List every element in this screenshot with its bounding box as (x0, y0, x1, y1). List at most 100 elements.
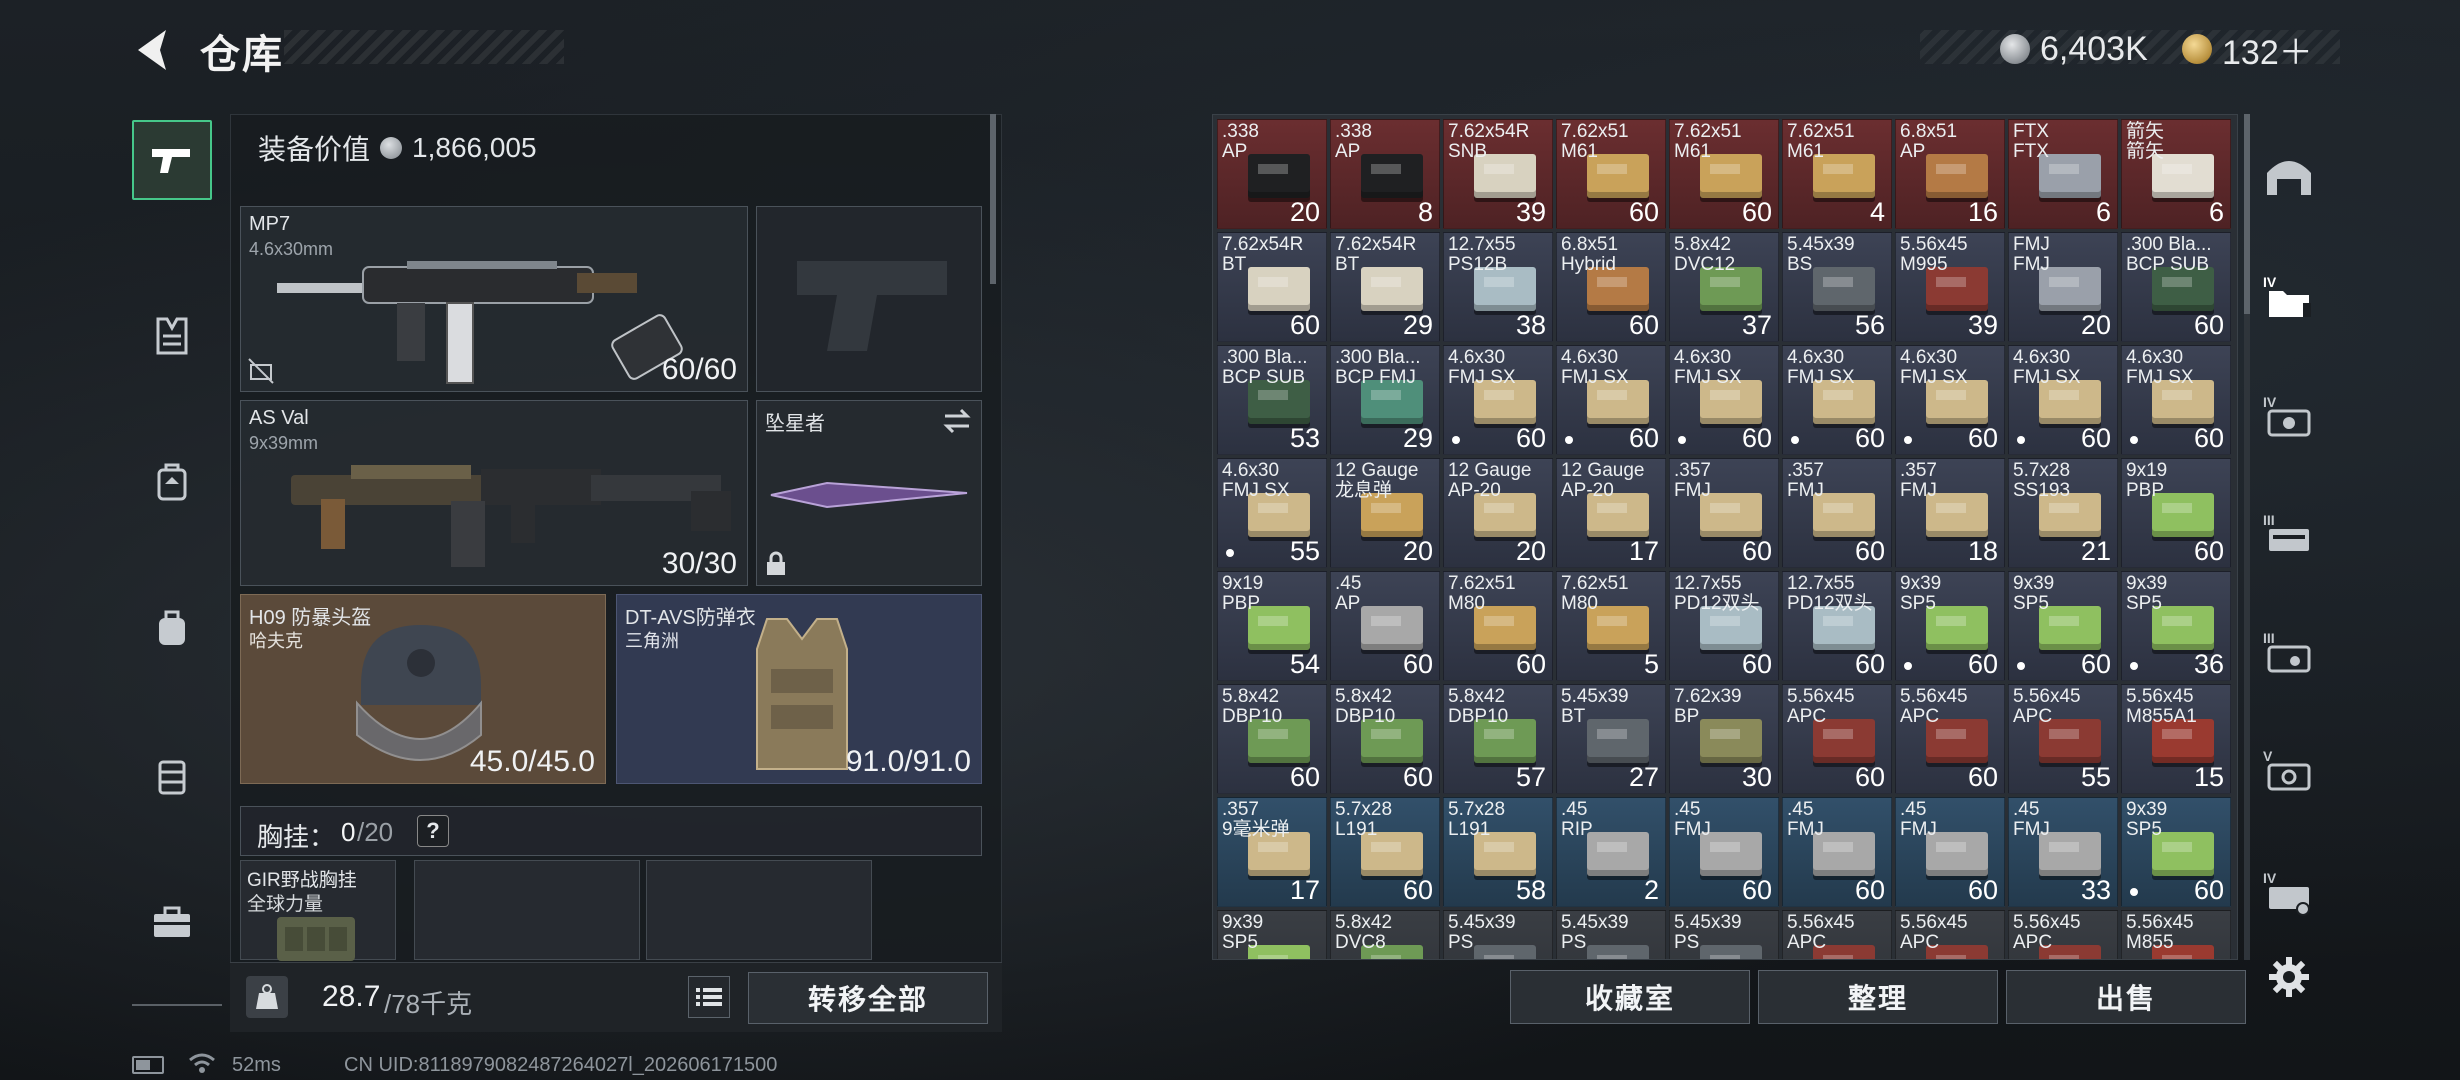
stash-item[interactable]: 5.45x39 PS (1443, 910, 1553, 959)
tab-case-iv-b[interactable]: IV (2254, 858, 2324, 928)
stash-item[interactable]: .357 FMJ 18 (1895, 458, 2005, 568)
stash-item[interactable]: .338 AP 20 (1217, 119, 1327, 229)
stash-item[interactable]: 6.8x51 AP 16 (1895, 119, 2005, 229)
stash-item[interactable]: .357 9毫米弹 17 (1217, 797, 1327, 907)
stash-item[interactable]: 4.6x30 FMJ SX 60 (1782, 345, 1892, 455)
stash-item[interactable]: 12 Gauge 龙息弹 20 (1330, 458, 1440, 568)
stash-item[interactable]: 5.8x42 DVC8 (1330, 910, 1440, 959)
stash-item[interactable]: 4.6x30 FMJ SX 60 (1669, 345, 1779, 455)
melee-slot[interactable]: 坠星者 (756, 400, 982, 586)
stash-item[interactable]: 5.45x39 PS (1556, 910, 1666, 959)
stash-item[interactable]: 7.62x51 M80 60 (1443, 571, 1553, 681)
stash-item[interactable]: 9x39 SP5 36 (2121, 571, 2231, 681)
stash-item[interactable]: .45 FMJ 60 (1782, 797, 1892, 907)
stash-scrollbar[interactable] (2244, 114, 2250, 314)
stash-item[interactable]: 7.62x51 M61 60 (1669, 119, 1779, 229)
stash-item[interactable]: .45 FMJ 60 (1669, 797, 1779, 907)
stash-item[interactable]: 5.8x42 DBP10 57 (1443, 684, 1553, 794)
stash-item[interactable]: 12.7x55 PD12双头 60 (1782, 571, 1892, 681)
stash-item[interactable]: .300 Bla... BCP SUB 53 (1217, 345, 1327, 455)
stash-item[interactable]: .45 RIP 2 (1556, 797, 1666, 907)
stash-item[interactable]: .357 FMJ 60 (1782, 458, 1892, 568)
stash-item[interactable]: 5.56x45 APC (1782, 910, 1892, 959)
collection-button[interactable]: 收藏室 (1510, 970, 1750, 1024)
swap-icon[interactable] (941, 407, 973, 435)
stash-item[interactable]: 4.6x30 FMJ SX 60 (2008, 345, 2118, 455)
helmet-slot[interactable]: H09 防暴头盔 哈夫克 45.0/45.0 (240, 594, 606, 784)
stash-item[interactable]: 5.56x45 APC (1895, 910, 2005, 959)
tab-backpack[interactable] (132, 442, 212, 522)
tab-toolbox[interactable] (132, 882, 212, 962)
armor-slot[interactable]: DT-AVS防弹衣 三角洲 91.0/91.0 (616, 594, 982, 784)
settings-button[interactable] (2262, 950, 2316, 1004)
stash-item[interactable]: 6.8x51 Hybrid 60 (1556, 232, 1666, 342)
stash-item[interactable]: 5.56x45 M995 39 (1895, 232, 2005, 342)
stash-item[interactable]: 4.6x30 FMJ SX 60 (1895, 345, 2005, 455)
stash-item[interactable]: 12.7x55 PS12B 38 (1443, 232, 1553, 342)
stash-item[interactable]: 5.56x45 M855 (2121, 910, 2231, 959)
tab-bag[interactable] (132, 588, 212, 668)
tab-case-iii-a[interactable]: III (2254, 500, 2324, 570)
stash-item[interactable]: 4.6x30 FMJ SX 55 (1217, 458, 1327, 568)
stash-item[interactable]: FTX FTX 6 (2008, 119, 2118, 229)
transfer-all-button[interactable]: 转移全部 (748, 972, 988, 1024)
stash-item[interactable]: 9x39 SP5 (1217, 910, 1327, 959)
stash-item[interactable]: 5.7x28 L191 58 (1443, 797, 1553, 907)
tab-case-v[interactable]: V (2254, 736, 2324, 806)
stash-item[interactable]: 9x39 SP5 60 (2008, 571, 2118, 681)
chest-rig-empty-slot-1[interactable] (414, 860, 640, 960)
tab-chest-rig[interactable] (132, 296, 212, 376)
sort-button[interactable]: 整理 (1758, 970, 1998, 1024)
currency-gold[interactable]: 132＋ (2182, 24, 2313, 74)
tab-weapons[interactable] (132, 120, 212, 200)
tab-stash-main[interactable] (2254, 142, 2324, 212)
tab-case[interactable] (132, 736, 212, 816)
back-button[interactable] (128, 22, 184, 78)
stash-item[interactable]: .300 Bla... BCP FMJ 29 (1330, 345, 1440, 455)
stash-item[interactable]: 5.7x28 SS193 21 (2008, 458, 2118, 568)
stash-item[interactable]: 5.56x45 APC 60 (1782, 684, 1892, 794)
loadout-scrollbar[interactable] (990, 114, 996, 284)
stash-item[interactable]: 9x39 SP5 60 (2121, 797, 2231, 907)
stash-item[interactable]: 7.62x51 M61 60 (1556, 119, 1666, 229)
chest-rig-empty-slot-2[interactable] (646, 860, 872, 960)
stash-item[interactable]: 7.62x54R BT 29 (1330, 232, 1440, 342)
stash-item[interactable]: .45 FMJ 33 (2008, 797, 2118, 907)
stash-item[interactable]: 7.62x51 M80 5 (1556, 571, 1666, 681)
stash-item[interactable]: 5.8x42 DBP10 60 (1217, 684, 1327, 794)
stash-item[interactable]: 箭矢 箭矢 6 (2121, 119, 2231, 229)
tab-case-iv-a[interactable]: IV (2254, 382, 2324, 452)
stash-item[interactable]: 4.6x30 FMJ SX 60 (2121, 345, 2231, 455)
primary-weapon-slot[interactable]: MP7 4.6x30mm 60/60 (240, 206, 748, 392)
stash-item[interactable]: 5.8x42 DVC12 37 (1669, 232, 1779, 342)
stash-item[interactable]: .300 Bla... BCP SUB 60 (2121, 232, 2231, 342)
stash-item[interactable]: 7.62x54R BT 60 (1217, 232, 1327, 342)
tab-case-iii-b[interactable]: III (2254, 618, 2324, 688)
stash-item[interactable]: 4.6x30 FMJ SX 60 (1556, 345, 1666, 455)
stash-item[interactable]: .45 AP 60 (1330, 571, 1440, 681)
stash-item[interactable]: 12.7x55 PD12双头 60 (1669, 571, 1779, 681)
stash-item[interactable]: 5.45x39 PS (1669, 910, 1779, 959)
stash-item[interactable]: 5.56x45 M855A1 15 (2121, 684, 2231, 794)
stash-item[interactable]: .45 FMJ 60 (1895, 797, 2005, 907)
list-view-button[interactable] (688, 976, 730, 1018)
stash-item[interactable]: 4.6x30 FMJ SX 60 (1443, 345, 1553, 455)
currency-silver[interactable]: 6,403K (2000, 24, 2148, 74)
stash-item[interactable]: 12 Gauge AP-20 17 (1556, 458, 1666, 568)
stash-item[interactable]: .357 FMJ 60 (1669, 458, 1779, 568)
sidearm-slot[interactable] (756, 206, 982, 392)
stash-item[interactable]: .338 AP 8 (1330, 119, 1440, 229)
stash-item[interactable]: 9x19 PBP 60 (2121, 458, 2231, 568)
stash-item[interactable]: 5.56x45 APC 55 (2008, 684, 2118, 794)
stash-item[interactable]: 12 Gauge AP-20 20 (1443, 458, 1553, 568)
stash-item[interactable]: 7.62x39 BP 30 (1669, 684, 1779, 794)
stash-item[interactable]: 5.56x45 APC (2008, 910, 2118, 959)
tab-stash-folder[interactable]: IV (2254, 262, 2324, 332)
stash-item[interactable]: 5.8x42 DBP10 60 (1330, 684, 1440, 794)
stash-item[interactable]: 7.62x54R SNB 39 (1443, 119, 1553, 229)
stash-item[interactable]: 9x39 SP5 60 (1895, 571, 2005, 681)
stash-item[interactable]: 7.62x51 M61 4 (1782, 119, 1892, 229)
stash-item[interactable]: 5.7x28 L191 60 (1330, 797, 1440, 907)
stash-item[interactable]: 5.45x39 BT 27 (1556, 684, 1666, 794)
stash-item[interactable]: FMJ FMJ 20 (2008, 232, 2118, 342)
